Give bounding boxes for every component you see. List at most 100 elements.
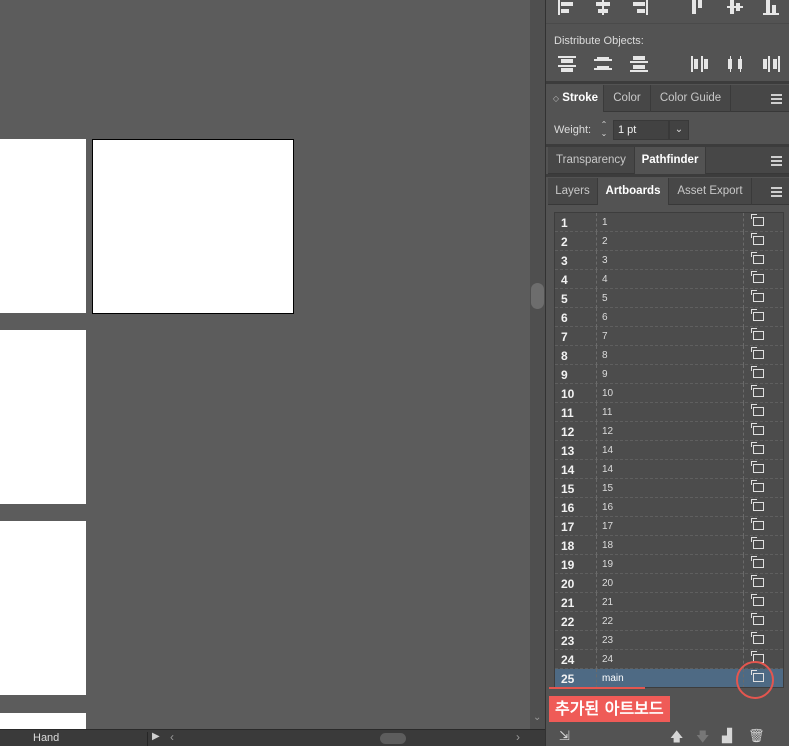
artboard[interactable] (0, 521, 86, 695)
tab-transparency[interactable]: Transparency (548, 147, 635, 174)
artboard-name[interactable]: 16 (602, 502, 613, 513)
artboard-list[interactable]: 1 1 2 2 3 3 4 4 5 5 6 6 7 7 8 8 9 9 10 10 11 11 12 12 13 14 14 14 15… (554, 212, 784, 688)
artboard-row[interactable]: 15 15 (555, 479, 783, 498)
artboard-name[interactable]: 17 (602, 521, 613, 532)
artboard-name[interactable]: 5 (602, 293, 608, 304)
align-right-icon[interactable] (630, 0, 648, 16)
artboard-options-icon[interactable] (751, 499, 764, 511)
distribute-bottom-icon[interactable] (630, 56, 648, 72)
artboard-name[interactable]: 22 (602, 616, 613, 627)
artboard-options-icon[interactable] (751, 423, 764, 435)
distribute-right-icon[interactable] (763, 56, 781, 72)
tab-color[interactable]: Color (604, 85, 651, 112)
artboard-name[interactable]: 1 (602, 217, 608, 228)
stroke-collapse-icon[interactable]: ◇ (553, 94, 559, 103)
tab-pathfinder[interactable]: Pathfinder (635, 147, 706, 174)
align-bottom-icon[interactable] (763, 0, 781, 16)
align-vcenter-icon[interactable] (727, 0, 745, 16)
artboard-row[interactable]: 77 (555, 327, 783, 346)
scroll-right-icon[interactable]: › (516, 730, 520, 744)
chevron-down-icon[interactable]: ⌄ (669, 120, 689, 140)
artboard-row[interactable]: 12 12 (555, 422, 783, 441)
panel-menu-icon[interactable] (771, 187, 782, 199)
play-icon[interactable]: ▶ (152, 731, 160, 742)
weight-input[interactable]: 1 pt (613, 120, 669, 140)
artboard-name[interactable]: 18 (602, 540, 613, 551)
artboard[interactable] (0, 330, 86, 504)
artboard-options-icon[interactable] (751, 290, 764, 302)
weight-stepper-icon[interactable]: ⌃ ⌄ (597, 120, 611, 140)
artboard-name[interactable]: 3 (602, 255, 608, 266)
panel-menu-icon[interactable] (771, 156, 782, 168)
artboard-row[interactable]: 16 16 (555, 498, 783, 517)
artboard-row[interactable]: 55 (555, 289, 783, 308)
artboard-name[interactable]: 14 (602, 464, 613, 475)
artboard-row[interactable]: 44 (555, 270, 783, 289)
artboard-options-icon[interactable] (751, 518, 764, 530)
artboard-row[interactable]: 99 (555, 365, 783, 384)
artboard-options-icon[interactable] (751, 594, 764, 606)
align-hcenter-icon[interactable] (594, 0, 612, 16)
distribute-top-icon[interactable] (558, 56, 576, 72)
artboard-options-icon[interactable] (751, 537, 764, 549)
artboard-name[interactable]: 8 (602, 350, 608, 361)
artboard-row[interactable]: 14 14 (555, 460, 783, 479)
artboard[interactable] (0, 713, 86, 729)
artboard-options-icon[interactable] (751, 309, 764, 321)
align-left-icon[interactable] (558, 0, 576, 16)
distribute-vcenter-icon[interactable] (594, 56, 612, 72)
artboard-name[interactable]: 23 (602, 635, 613, 646)
scroll-left-icon[interactable]: ‹ (170, 730, 174, 744)
artboard-name[interactable]: main (602, 673, 624, 684)
artboard-options-icon[interactable] (751, 632, 764, 644)
tab-layers[interactable]: Layers (548, 178, 598, 205)
distribute-left-icon[interactable] (691, 56, 709, 72)
artboard-name[interactable]: 2 (602, 236, 608, 247)
distribute-hcenter-icon[interactable] (727, 56, 745, 72)
artboard-row[interactable]: 23 23 (555, 631, 783, 650)
artboard-row[interactable]: 18 18 (555, 536, 783, 555)
artboard-row[interactable]: 33 (555, 251, 783, 270)
artboard-options-icon[interactable] (751, 366, 764, 378)
artboard-name[interactable]: 12 (602, 426, 613, 437)
artboard-name[interactable]: 24 (602, 654, 613, 665)
artboard-options-icon[interactable] (751, 404, 764, 416)
artboard-options-icon[interactable] (751, 385, 764, 397)
artboard-row[interactable]: 11 (555, 213, 783, 232)
artboard-options-icon[interactable] (751, 613, 764, 625)
trash-icon[interactable]: 🗑 (748, 728, 765, 744)
artboard-row[interactable]: 66 (555, 308, 783, 327)
artboard-name[interactable]: 7 (602, 331, 608, 342)
vertical-scrollbar[interactable]: ⌄ (530, 0, 545, 729)
panel-menu-icon[interactable] (771, 94, 782, 106)
artboard-name[interactable]: 11 (602, 407, 612, 418)
artboard-options-icon[interactable] (751, 252, 764, 264)
tab-artboards[interactable]: Artboards (598, 178, 669, 205)
artboard-row[interactable]: 20 20 (555, 574, 783, 593)
artboard-row[interactable]: 22 (555, 232, 783, 251)
artboard-options-icon[interactable] (751, 575, 764, 587)
artboard-options-icon[interactable] (751, 556, 764, 568)
artboard-row[interactable]: 17 17 (555, 517, 783, 536)
artboard-name[interactable]: 19 (602, 559, 613, 570)
artboard-row[interactable]: 22 22 (555, 612, 783, 631)
artboard-row[interactable]: 88 (555, 346, 783, 365)
current-tool-label[interactable]: Hand (8, 732, 148, 746)
new-artboard-icon[interactable]: ▟ (722, 728, 732, 744)
artboard-selected[interactable] (92, 139, 294, 314)
artboard-name[interactable]: 10 (602, 388, 613, 399)
tab-color-guide[interactable]: Color Guide (651, 85, 731, 112)
artboard-row[interactable]: 10 10 (555, 384, 783, 403)
artboard-options-icon[interactable] (751, 461, 764, 473)
move-up-icon[interactable]: 🡅 (670, 728, 683, 746)
artboard-options-icon[interactable] (751, 480, 764, 492)
artboard-row[interactable]: 13 14 (555, 441, 783, 460)
artboard-name[interactable]: 14 (602, 445, 613, 456)
artboard-row[interactable]: 19 19 (555, 555, 783, 574)
artboard-row[interactable]: 11 11 (555, 403, 783, 422)
artboard[interactable] (0, 139, 86, 313)
artboard-options-icon[interactable] (751, 347, 764, 359)
artboard-name[interactable]: 15 (602, 483, 613, 494)
rearrange-icon[interactable]: ⇲ (559, 728, 570, 744)
tab-stroke[interactable]: ◇ Stroke (548, 85, 604, 112)
